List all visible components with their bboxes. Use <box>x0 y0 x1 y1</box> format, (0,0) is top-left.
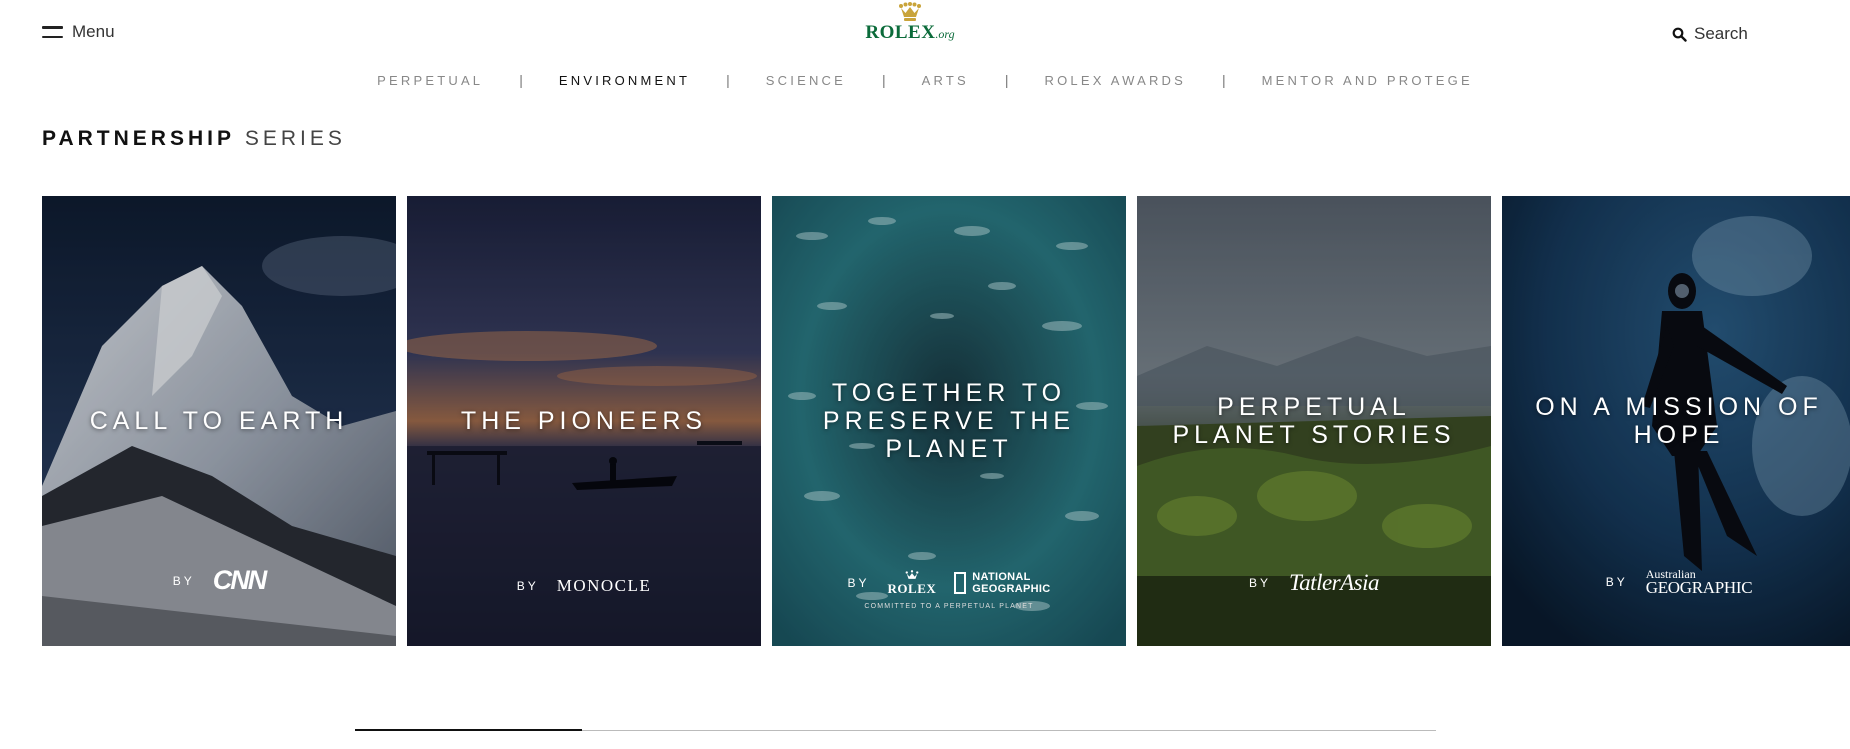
rolex-partner-logo: ROLEX <box>888 570 937 596</box>
cnn-logo: CNN <box>212 565 267 595</box>
card-the-pioneers[interactable]: THE PIONEERS BY MONOCLE <box>407 196 761 646</box>
nav-separator: | <box>882 72 886 88</box>
search-label: Search <box>1694 24 1748 43</box>
monocle-logo: MONOCLE <box>556 576 652 595</box>
nav-separator: | <box>726 72 730 88</box>
nav-item-environment[interactable]: ENVIRONMENT <box>557 73 692 88</box>
nav-item-mentor-protege[interactable]: MENTOR AND PROTEGE <box>1260 73 1475 88</box>
search-button[interactable]: Search <box>1672 24 1748 44</box>
ag-line2: GEOGRAPHIC <box>1645 578 1753 597</box>
logo-text: ROLEX <box>865 22 936 43</box>
site-header: Menu ROLEX.org Search <box>0 0 1850 70</box>
menu-button[interactable]: Menu <box>42 22 115 42</box>
menu-label: Menu <box>72 22 115 41</box>
nav-item-perpetual[interactable]: PERPETUAL <box>375 73 485 88</box>
rolex-partner-text: ROLEX <box>887 581 937 596</box>
tatler-asia-logo: TatlerAsia <box>1289 570 1380 595</box>
card-partner: BY Australian GEOGRAPHIC <box>1502 568 1850 597</box>
natgeo-line2: GEOGRAPHIC <box>972 583 1051 595</box>
card-perpetual-planet-stories[interactable]: PERPETUAL PLANET STORIES BY TatlerAsia <box>1137 196 1491 646</box>
nav-item-science[interactable]: SCIENCE <box>764 73 848 88</box>
logo-suffix: .org <box>935 27 955 41</box>
section-title-bold: PARTNERSHIP <box>42 127 235 150</box>
card-title: CALL TO EARTH <box>89 407 349 435</box>
rolex-org-logo[interactable]: ROLEX.org <box>858 2 962 44</box>
card-call-to-earth[interactable]: CALL TO EARTH BY CNN <box>42 196 396 646</box>
by-label: BY <box>172 573 195 588</box>
card-partner: BY CNN <box>42 565 396 596</box>
section-title: PARTNERSHIP SERIES <box>42 127 346 151</box>
crown-icon <box>899 2 921 21</box>
nav-item-rolex-awards[interactable]: ROLEX AWARDS <box>1043 73 1188 88</box>
by-label: BY <box>1248 576 1271 590</box>
nav-separator: | <box>1222 72 1226 88</box>
card-together-preserve-planet[interactable]: TOGETHER TO PRESERVE THE PLANET BY ROLEX… <box>772 196 1126 646</box>
partnership-carousel: CALL TO EARTH BY CNN THE PIONEERS BY MON… <box>42 196 1850 646</box>
nav-separator: | <box>519 72 523 88</box>
card-title: TOGETHER TO PRESERVE THE PLANET <box>822 379 1076 463</box>
natgeo-frame-icon <box>954 572 967 594</box>
national-geographic-logo: NATIONAL GEOGRAPHIC <box>954 571 1050 595</box>
card-title: PERPETUAL PLANET STORIES <box>1172 393 1456 449</box>
category-nav: PERPETUAL | ENVIRONMENT | SCIENCE | ARTS… <box>0 72 1850 88</box>
section-title-light: SERIES <box>244 127 346 150</box>
card-title: THE PIONEERS <box>460 407 708 435</box>
card-partner: BY TatlerAsia <box>1137 570 1491 596</box>
australian-geographic-logo: Australian GEOGRAPHIC <box>1645 568 1753 597</box>
card-title: ON A MISSION OF HOPE <box>1535 393 1823 449</box>
card-mission-of-hope[interactable]: ON A MISSION OF HOPE BY Australian GEOGR… <box>1502 196 1850 646</box>
natgeo-line1: NATIONAL <box>972 571 1031 583</box>
card-tagline: COMMITTED TO A PERPETUAL PLANET <box>864 603 1034 610</box>
card-partner: BY MONOCLE <box>407 576 761 596</box>
card-partner: BY ROLEX NATIONAL GEOGRAPHIC <box>772 570 1126 596</box>
nav-item-arts[interactable]: ARTS <box>920 73 971 88</box>
carousel-scrollbar-thumb[interactable] <box>355 729 582 731</box>
by-label: BY <box>1605 575 1628 589</box>
hamburger-icon <box>42 26 63 38</box>
by-label: BY <box>516 579 539 593</box>
nav-separator: | <box>1004 72 1009 88</box>
by-label: BY <box>847 576 870 590</box>
search-icon <box>1672 27 1687 42</box>
